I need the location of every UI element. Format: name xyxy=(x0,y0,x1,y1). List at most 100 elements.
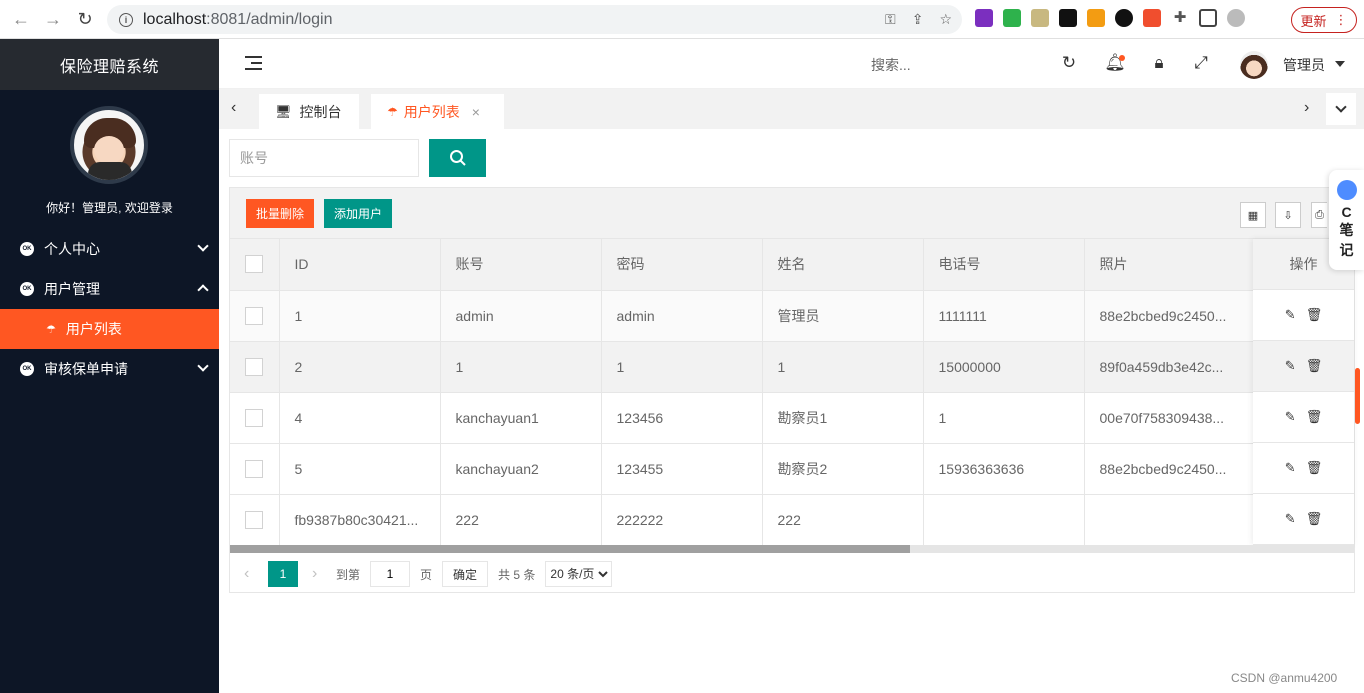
confirm-page-button[interactable]: 确定 xyxy=(442,561,489,587)
game-extension-icon[interactable] xyxy=(1059,9,1077,27)
note-label: 记 xyxy=(1339,242,1354,258)
trash-icon[interactable]: 🗑︎ xyxy=(1306,409,1323,425)
profile-icon[interactable] xyxy=(1227,9,1245,27)
cell-phone: 15000000 xyxy=(923,341,1085,393)
column-header[interactable]: ID xyxy=(279,239,441,291)
sidebar-item-label: 用户列表 xyxy=(65,321,122,337)
image-extension-icon[interactable] xyxy=(1031,9,1049,27)
search-input[interactable] xyxy=(229,139,419,177)
note-c: C xyxy=(1341,204,1352,220)
address-bar[interactable]: i localhost:8081/admin/login ⚿ ⇪ ☆ xyxy=(107,5,962,34)
reload-icon[interactable]: ↻ xyxy=(74,8,96,30)
forward-arrow-icon[interactable]: → xyxy=(42,8,64,30)
row-checkbox[interactable] xyxy=(245,408,263,427)
page-size-select[interactable]: 20 条/页 xyxy=(545,561,613,587)
batch-delete-button[interactable]: 批量删除 xyxy=(246,199,315,228)
cell-name: 1 xyxy=(762,341,924,393)
table-row[interactable]: 5 kanchayuan2 123455 勘察员2 15936363636 88… xyxy=(230,443,1355,495)
menu-fold-icon[interactable] xyxy=(245,56,262,70)
table-row[interactable]: 4 kanchayuan1 123456 勘察员1 1 00e70f758309… xyxy=(230,392,1355,444)
puzzle-extensions-icon[interactable]: ✚ xyxy=(1171,9,1189,27)
current-page[interactable]: 1 xyxy=(268,561,298,587)
avatar[interactable] xyxy=(1240,51,1268,79)
close-icon[interactable]: × xyxy=(472,104,480,120)
site-info-icon[interactable]: i xyxy=(119,12,133,27)
edit-icon[interactable]: ✎ xyxy=(1285,358,1296,374)
export-icon[interactable]: ⇩ xyxy=(1275,202,1301,228)
tab-scroll-left-icon[interactable]: ‹ xyxy=(231,99,236,117)
trash-icon[interactable]: 🗑︎ xyxy=(1306,460,1323,476)
tab-user-list[interactable]: ☂ 用户列表 × xyxy=(371,94,504,129)
row-checkbox[interactable] xyxy=(245,306,263,325)
row-checkbox[interactable] xyxy=(245,357,263,376)
trash-icon[interactable]: 🗑︎ xyxy=(1306,307,1323,323)
loop-extension-icon[interactable] xyxy=(1115,9,1133,27)
user-name[interactable]: 管理员 xyxy=(1283,55,1325,75)
fullscreen-icon[interactable]: ⤢ xyxy=(1191,53,1211,73)
cell-id: 1 xyxy=(279,290,441,342)
cell-password: 123456 xyxy=(601,392,763,444)
goto-page-input[interactable] xyxy=(370,561,411,587)
table-row[interactable]: 1 admin admin 管理员 1111111 88e2bcbed9c245… xyxy=(230,290,1355,342)
caret-down-icon[interactable] xyxy=(1335,61,1345,67)
cell-phone: 1 xyxy=(923,392,1085,444)
bookmark-star-icon[interactable]: ☆ xyxy=(939,11,952,28)
print-icon[interactable]: ⎙ xyxy=(1311,202,1327,228)
cell-photo: 88e2bcbed9c2450... xyxy=(1084,290,1255,342)
share-icon[interactable]: ⇪ xyxy=(912,11,924,28)
tab-label: 控制台 xyxy=(299,103,342,120)
chevron-down-icon xyxy=(197,360,209,372)
horizontal-scrollbar-thumb[interactable] xyxy=(230,545,910,553)
table-row[interactable]: fb9387b80c30421... 222 222222 222 xyxy=(230,494,1355,546)
table-row[interactable]: 2 1 1 1 15000000 89f0a459db3e42c... xyxy=(230,341,1355,393)
search-button[interactable] xyxy=(429,139,486,177)
column-header[interactable]: 电话号 xyxy=(923,239,1085,291)
column-header[interactable]: 账号 xyxy=(440,239,602,291)
browser-toolbar: ← → ↻ i localhost:8081/admin/login ⚿ ⇪ ☆… xyxy=(0,0,1364,39)
sidebar-item-user-management[interactable]: OK 用户管理 xyxy=(0,269,219,309)
sidebar-item-personal-center[interactable]: OK 个人中心 xyxy=(0,229,219,269)
sidebar-item-user-list[interactable]: ☂ 用户列表 xyxy=(0,309,219,349)
tab-scroll-right-icon[interactable]: › xyxy=(1304,99,1309,117)
edit-icon[interactable]: ✎ xyxy=(1285,460,1296,476)
side-panel-icon[interactable] xyxy=(1199,9,1217,27)
tab-dashboard[interactable]: 🖥︎ 控制台 xyxy=(259,94,359,129)
page-scrollbar-thumb[interactable] xyxy=(1355,368,1360,424)
chat-extension-icon[interactable] xyxy=(1003,9,1021,27)
monitor-icon: 🖥︎ xyxy=(275,103,292,119)
cell-photo: 00e70f758309438... xyxy=(1084,392,1255,444)
sidebar-item-policy-review[interactable]: OK 审核保单申请 xyxy=(0,349,219,389)
extensions-bar: ✚ xyxy=(975,9,1245,27)
notification-dot xyxy=(1119,55,1125,61)
edit-icon[interactable]: ✎ xyxy=(1285,409,1296,425)
edit-icon[interactable]: ✎ xyxy=(1285,307,1296,323)
back-arrow-icon[interactable]: ← xyxy=(10,8,32,30)
rp-extension-icon[interactable] xyxy=(975,9,993,27)
prev-page-icon[interactable]: ‹ xyxy=(244,565,268,583)
edit-icon[interactable]: ✎ xyxy=(1285,511,1296,527)
row-checkbox[interactable] xyxy=(245,459,263,478)
next-page-icon[interactable]: › xyxy=(312,565,336,583)
trash-icon[interactable]: 🗑︎ xyxy=(1306,511,1323,527)
key-icon[interactable]: ⚿ xyxy=(885,11,896,28)
column-header[interactable]: 姓名 xyxy=(762,239,924,291)
trash-icon[interactable]: 🗑︎ xyxy=(1306,358,1323,374)
add-user-button[interactable]: 添加用户 xyxy=(324,199,393,228)
refresh-icon[interactable]: ↻ xyxy=(1059,53,1079,73)
row-checkbox[interactable] xyxy=(245,510,263,529)
cell-password: 1 xyxy=(601,341,763,393)
tab-options-button[interactable] xyxy=(1326,93,1356,125)
c-extension-icon[interactable] xyxy=(1143,9,1161,27)
vip-extension-icon[interactable] xyxy=(1087,9,1105,27)
floating-note-widget[interactable]: C 笔 记 xyxy=(1329,170,1364,270)
chevron-up-icon xyxy=(197,284,209,296)
select-all-checkbox[interactable] xyxy=(245,255,263,274)
cell-id: 2 xyxy=(279,341,441,393)
columns-filter-icon[interactable]: ▦ xyxy=(1240,202,1266,228)
header-search[interactable]: 搜索... xyxy=(871,55,911,75)
browser-update-button[interactable]: 更新 ⋮ xyxy=(1291,7,1357,33)
column-header[interactable]: 照片 xyxy=(1084,239,1255,291)
lock-icon[interactable]: 🔒︎ xyxy=(1149,53,1169,73)
column-header[interactable]: 密码 xyxy=(601,239,763,291)
cell-phone xyxy=(923,494,1085,546)
